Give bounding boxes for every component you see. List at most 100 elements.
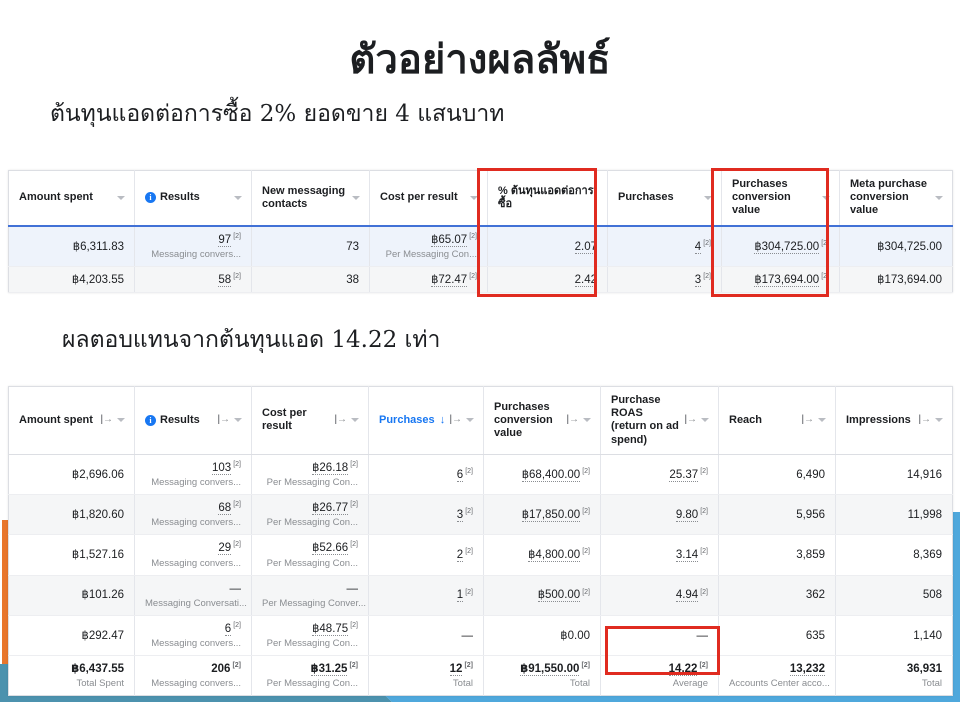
chevron-down-icon[interactable] [234,418,242,423]
table-cell: ฿68,400.00 [2] [483,454,601,496]
info-icon[interactable]: i [145,414,156,426]
column-header-meta-purchase-conversion-value[interactable]: Meta purchase conversion value [839,170,953,227]
table-row[interactable]: ฿101.26 — Messaging Conversati... — Per Mess… [8,575,953,616]
column-header-cost-per-result[interactable]: Cost per result |→ [251,386,369,455]
column-header-purchases-conversion-value[interactable]: Purchases conversion value |→ [483,386,601,455]
cell-value: 6 [2] [456,467,473,482]
footnote-marker: [2] [582,548,590,556]
table-cell: ฿91,550.00 [2] Total [483,654,601,696]
column-header-purchase-roas-return-on-ad-spend[interactable]: Purchase ROAS (return on ad spend) |→ [600,386,719,455]
table-row[interactable]: ฿292.47 6 [2] Messaging convers... ฿48.75 [2]… [8,615,953,657]
column-header-purchases[interactable]: Purchases ↓ |→ [368,386,484,455]
info-icon[interactable]: i [145,192,156,204]
column-header-results[interactable]: i Results [134,170,252,227]
cell-value: ฿4,800.00 [2] [528,548,590,563]
table-cell: 3,859 [718,534,836,576]
cell-value: 362 [805,589,825,602]
table-row[interactable]: ฿2,696.06 103 [2] Messaging convers... ฿26.1… [8,454,953,496]
table-cell: ฿500.00 [2] [483,575,601,616]
column-header-cost-per-result[interactable]: Cost per result [369,170,488,227]
footnote-marker: [2] [233,621,241,629]
cell-value: ฿1,820.60 [71,508,124,521]
chevron-down-icon[interactable] [701,418,709,423]
chevron-down-icon[interactable] [822,195,830,200]
column-header-amount-spent[interactable]: Amount spent [8,170,135,227]
column-resize-icon[interactable]: |→ [334,414,347,426]
table-cell: 58 [2] [134,266,252,294]
table-cell: 36,931 Total [835,654,953,696]
cell-value: 38 [346,273,359,286]
cell-value: 3.14 [2] [675,548,708,563]
footnote-marker: [2] [233,501,241,509]
cell-value: ฿304,725.00 [877,240,942,253]
chevron-down-icon[interactable] [351,418,359,423]
table-cell: ฿31.25 [2] Per Messaging Con... [251,654,369,696]
column-header-purchases[interactable]: Purchases [607,170,722,227]
column-header-new-messaging-contacts[interactable]: New messaging contacts [251,170,370,227]
footnote-marker: [2] [582,588,590,596]
table-cell: 5,956 [718,494,836,536]
cell-sublabel: Accounts Center acco... [729,678,830,690]
chevron-down-icon[interactable] [117,195,125,200]
table-cell: ฿52.66 [2] Per Messaging Con... [251,534,369,576]
cell-sublabel: Per Messaging Con... [385,248,477,260]
cell-sublabel: Average [672,678,708,690]
chevron-down-icon[interactable] [704,195,712,200]
column-header-label: Impressions [846,413,911,426]
table-total-row[interactable]: ฿6,437.55 Total Spent 206 [2] Messaging conv… [8,654,953,696]
chevron-down-icon[interactable] [117,418,125,423]
column-resize-icon[interactable]: |→ [449,414,462,426]
table-cell: 635 [718,615,836,657]
table-cell: ฿292.47 [8,615,135,657]
column-resize-icon[interactable]: |→ [684,414,697,426]
footnote-marker: [2] [703,239,711,247]
table-row[interactable]: ฿6,311.83 97 [2] Messaging convers... 73 ฿65.… [8,224,953,267]
cell-sublabel: Messaging convers... [151,248,241,260]
cell-value: ฿500.00 [2] [537,588,590,603]
footnote-marker: [2] [233,232,241,240]
column-header-results[interactable]: i Results |→ [134,386,252,455]
footnote-marker: [2] [233,272,241,280]
column-header-purchases-conversion-value[interactable]: Purchases conversion value [721,170,840,227]
column-header-amount-spent[interactable]: Amount spent |→ [8,386,135,455]
table-cell: ฿2,696.06 [8,454,135,496]
chevron-down-icon[interactable] [935,195,943,200]
chevron-down-icon[interactable] [234,195,242,200]
table-cell: ฿48.75 [2] Per Messaging Con... [251,615,369,657]
column-resize-icon[interactable]: |→ [918,414,931,426]
chevron-down-icon[interactable] [935,418,943,423]
chevron-down-icon[interactable] [818,418,826,423]
table-cell: ฿4,800.00 [2] [483,534,601,576]
column-header-label: Cost per result [380,191,458,204]
chevron-down-icon[interactable] [466,418,474,423]
column-resize-icon[interactable]: |→ [566,414,579,426]
table-row[interactable]: ฿1,527.16 29 [2] Messaging convers... ฿52.66… [8,534,953,576]
table-cell: ฿1,820.60 [8,494,135,536]
cell-value: 6,490 [796,468,825,481]
cell-value: ฿6,437.55 [71,663,124,675]
cell-value: — [696,629,709,642]
table-cell: 6,490 [718,454,836,496]
chevron-down-icon[interactable] [470,195,478,200]
column-resize-icon[interactable]: |→ [217,414,230,426]
table-cell: — Messaging Conversati... [134,575,252,616]
table-row[interactable]: ฿4,203.55 58 [2] 38 ฿72.47 [2] 2.42 3 [2] ฿173,69… [8,266,953,294]
table-cell: ฿17,850.00 [2] [483,494,601,536]
chevron-down-icon[interactable] [583,418,591,423]
cell-sublabel: Messaging convers... [151,557,241,569]
footnote-marker: [2] [700,508,708,516]
column-header-impressions[interactable]: Impressions |→ [835,386,953,455]
column-header-label: Purchases conversion value [732,178,791,217]
cell-value: 2.07 [574,240,597,254]
table-cell: ฿26.18 [2] Per Messaging Con... [251,454,369,496]
chevron-down-icon[interactable] [352,195,360,200]
column-header-col[interactable]: % ต้นทุนแอดต่อการซื้อ [487,170,608,227]
ads-results-table-top: Amount spent i Results New messaging contac… [8,170,953,294]
table-cell: 13,232 Accounts Center acco... [718,654,836,696]
table-cell: 25.37 [2] [600,454,719,496]
column-resize-icon[interactable]: |→ [801,414,814,426]
column-resize-icon[interactable]: |→ [100,414,113,426]
sort-descending-icon[interactable]: ↓ [440,414,446,427]
column-header-reach[interactable]: Reach |→ [718,386,836,455]
table-row[interactable]: ฿1,820.60 68 [2] Messaging convers... ฿26.77… [8,494,953,536]
